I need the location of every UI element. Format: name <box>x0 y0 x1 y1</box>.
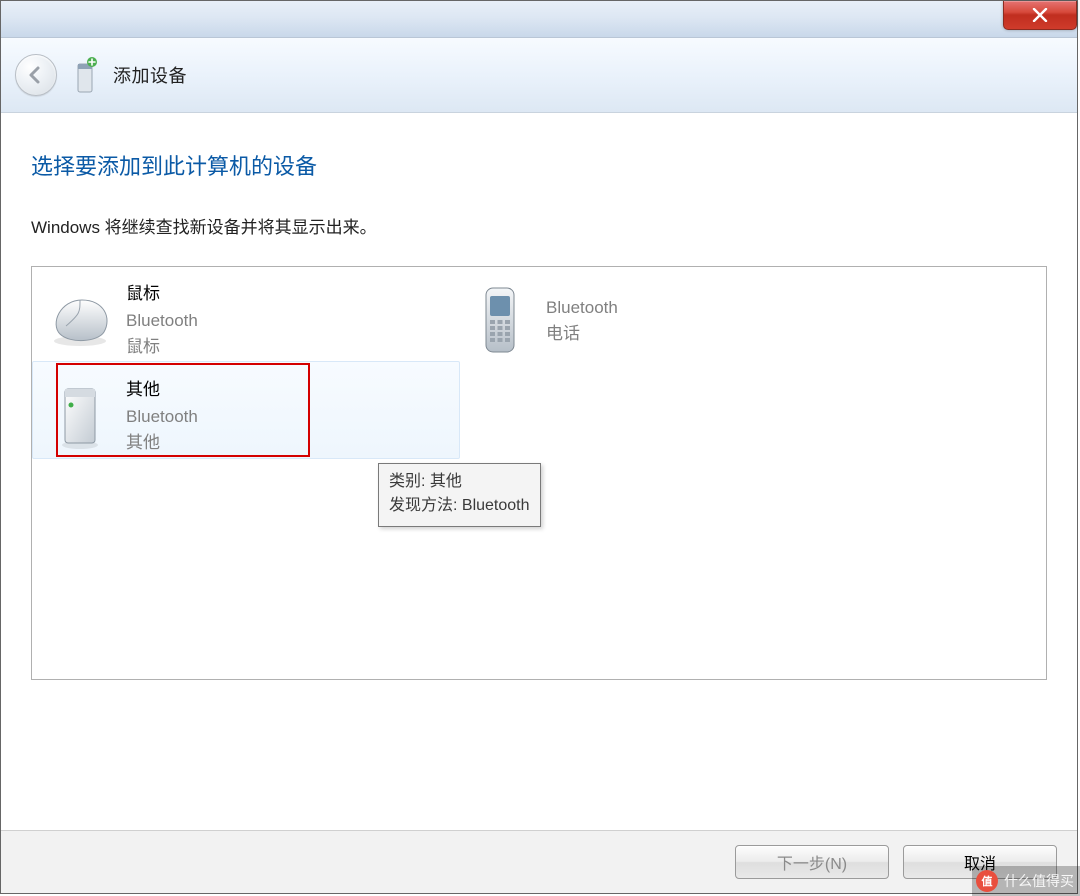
device-category-label: 其他 <box>126 430 198 456</box>
mouse-icon <box>44 285 116 357</box>
computer-tower-icon <box>44 381 116 453</box>
watermark-badge-icon: 值 <box>976 870 998 892</box>
device-tech-label: Bluetooth <box>126 404 198 430</box>
device-tile-mouse[interactable]: 鼠标 Bluetooth 鼠标 <box>38 273 458 369</box>
device-list: 鼠标 Bluetooth 鼠标 <box>31 266 1047 680</box>
tooltip-line-category: 类别: 其他 <box>389 470 530 494</box>
next-button[interactable]: 下一步(N) <box>735 845 889 879</box>
add-device-window: 添加设备 选择要添加到此计算机的设备 Windows 将继续查找新设备并将其显示… <box>0 0 1078 894</box>
phone-icon <box>464 285 536 357</box>
device-tech-label: Bluetooth <box>546 295 618 321</box>
device-tile-phone[interactable]: Bluetooth 电话 <box>458 273 878 369</box>
page-heading: 选择要添加到此计算机的设备 <box>31 149 1047 181</box>
content-area: 选择要添加到此计算机的设备 Windows 将继续查找新设备并将其显示出来。 <box>1 113 1077 680</box>
device-category-label: 电话 <box>546 321 618 347</box>
wizard-title: 添加设备 <box>113 62 187 88</box>
close-button[interactable] <box>1003 1 1077 30</box>
device-tooltip: 类别: 其他 发现方法: Bluetooth <box>378 463 541 527</box>
tooltip-line-method: 发现方法: Bluetooth <box>389 494 530 518</box>
add-device-header-icon <box>71 55 99 95</box>
device-tile-other[interactable]: 其他 Bluetooth 其他 <box>38 369 458 465</box>
device-category-label: 鼠标 <box>126 334 198 360</box>
back-arrow-icon <box>26 65 46 85</box>
wizard-footer: 下一步(N) 取消 <box>1 830 1077 893</box>
back-button[interactable] <box>15 54 57 96</box>
close-icon <box>1032 8 1048 22</box>
wizard-header: 添加设备 <box>1 38 1077 113</box>
title-bar <box>1 1 1077 38</box>
watermark-text: 什么值得买 <box>1004 871 1074 891</box>
device-name-label: 其他 <box>126 377 198 403</box>
device-tech-label: Bluetooth <box>126 308 198 334</box>
page-subtitle: Windows 将继续查找新设备并将其显示出来。 <box>31 213 1047 238</box>
watermark: 值 什么值得买 <box>972 866 1080 896</box>
device-name-label: 鼠标 <box>126 281 198 307</box>
